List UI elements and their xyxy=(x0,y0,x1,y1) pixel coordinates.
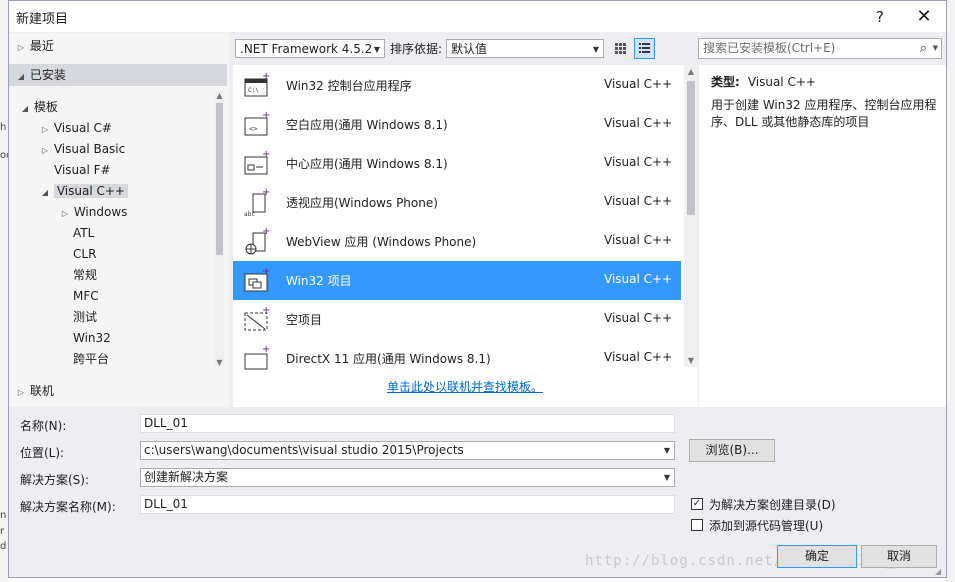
create-directory-label[interactable]: 为解决方案创建目录(D) xyxy=(709,496,836,513)
scroll-up-icon[interactable]: ▲ xyxy=(684,67,698,76)
blank-app-icon: <> ++ xyxy=(244,110,271,136)
directx-app-icon: ++ xyxy=(244,344,271,370)
create-directory-checkbox[interactable]: ✓ xyxy=(691,498,703,510)
search-icon[interactable]: ⌕ xyxy=(920,39,927,58)
new-project-dialog: 新建项目 ? ✕ ▷ 最近 ◢ 已安装 ◢ 模板 ▷ Visual C# ▷ V… xyxy=(8,0,947,578)
nav-item-atl[interactable]: ATL xyxy=(9,222,94,244)
sort-select[interactable]: 默认值 ▼ xyxy=(446,39,604,58)
template-description: 用于创建 Win32 应用程序、控制台应用程序、DLL 或其他静态库的项目 xyxy=(711,98,937,129)
expand-icon: ▷ xyxy=(17,388,25,397)
svg-text:<>: <> xyxy=(249,125,257,133)
nav-item-general[interactable]: 常规 xyxy=(9,264,97,286)
scroll-down-icon[interactable]: ▼ xyxy=(215,358,224,367)
svg-text:++: ++ xyxy=(262,188,271,198)
svg-text:++: ++ xyxy=(262,149,271,160)
chevron-down-icon[interactable]: ▼ xyxy=(933,39,938,58)
expand-icon: ▷ xyxy=(17,43,25,52)
nav-item-mfc[interactable]: MFC xyxy=(9,285,99,307)
template-row[interactable]: abc++ 透视应用(Windows Phone) Visual C++ xyxy=(233,183,681,222)
template-row[interactable]: ++ DirectX 11 应用(通用 Windows 8.1) Visual … xyxy=(233,339,681,378)
location-combobox[interactable]: c:\users\wang\documents\visual studio 20… xyxy=(140,441,675,460)
template-list-scroll-thumb[interactable] xyxy=(687,81,695,215)
solution-name-input[interactable]: DLL_01 xyxy=(140,495,675,514)
collapse-icon: ◢ xyxy=(17,72,25,81)
nav-item-online[interactable]: ▷ 联机 xyxy=(9,380,54,402)
template-row-selected[interactable]: ++ Win32 项目 Visual C++ xyxy=(233,261,681,300)
nav-item-windows[interactable]: ▷ Windows xyxy=(9,201,127,223)
nav-item-templates[interactable]: ◢ 模板 xyxy=(9,96,58,118)
empty-project-icon: ++ xyxy=(244,305,271,331)
nav-item-recent[interactable]: ▷ 最近 xyxy=(9,35,54,57)
solution-select[interactable]: 创建新解决方案 ▼ xyxy=(140,468,675,487)
description-pane: 类型: Visual C++ 用于创建 Win32 应用程序、控制台应用程序、DL… xyxy=(699,65,946,407)
background-window-right xyxy=(946,0,955,582)
background-window-left: h oc n r d xyxy=(0,0,12,582)
nav-item-win32[interactable]: Win32 xyxy=(9,327,111,349)
template-type: 类型: Visual C++ xyxy=(711,75,816,89)
cancel-button[interactable]: 取消 xyxy=(861,545,937,568)
svg-text:abc: abc xyxy=(244,211,255,216)
template-list-scrollbar[interactable]: ▲ ▼ xyxy=(684,65,698,367)
solution-name-label: 解决方案名称(M): xyxy=(20,500,116,514)
template-row[interactable]: ++ WebView 应用 (Windows Phone) Visual C++ xyxy=(233,222,681,261)
close-button[interactable]: ✕ xyxy=(911,6,937,28)
nav-item-test[interactable]: 测试 xyxy=(9,306,97,328)
webview-app-icon: ++ xyxy=(245,227,271,255)
template-row[interactable]: C:\++ Win32 控制台应用程序 Visual C++ xyxy=(233,66,681,105)
template-row[interactable]: ++ 中心应用(通用 Windows 8.1) Visual C++ xyxy=(233,144,681,183)
svg-text:++: ++ xyxy=(262,266,271,277)
template-tree-pane: ▷ 最近 ◢ 已安装 ◢ 模板 ▷ Visual C# ▷ Visual Bas… xyxy=(9,33,229,407)
chevron-down-icon: ▼ xyxy=(592,45,599,54)
browse-button[interactable]: 浏览(B)... xyxy=(689,439,775,462)
svg-text:C:\: C:\ xyxy=(248,87,259,94)
name-label: 名称(N): xyxy=(20,419,67,433)
search-input[interactable]: 搜索已安装模板(Ctrl+E) ⌕ ▼ xyxy=(698,38,942,59)
tree-scroll-thumb[interactable] xyxy=(216,103,223,255)
bg-glyph: r xyxy=(0,526,5,537)
location-label: 位置(L): xyxy=(20,446,65,460)
resize-grip-icon[interactable]: ◢ xyxy=(935,567,941,576)
solution-label: 解决方案(S): xyxy=(20,473,90,487)
hub-app-icon: ++ xyxy=(244,149,271,175)
tree-scrollbar[interactable]: ▲ ▼ xyxy=(215,91,224,367)
nav-item-csharp[interactable]: ▷ Visual C# xyxy=(9,117,112,139)
svg-text:++: ++ xyxy=(262,71,271,82)
online-templates-link[interactable]: 单击此处以联机并查找模板。 xyxy=(387,378,543,395)
source-control-label[interactable]: 添加到源代码管理(U) xyxy=(709,517,823,534)
pivot-app-icon: abc ++ xyxy=(244,188,271,216)
nav-item-installed[interactable]: ◢ 已安装 xyxy=(9,64,227,86)
scroll-down-icon[interactable]: ▼ xyxy=(684,356,698,365)
nav-item-cpp[interactable]: ◢ Visual C++ xyxy=(9,180,128,202)
dialog-title: 新建项目 xyxy=(16,12,69,27)
svg-text:++: ++ xyxy=(262,110,271,121)
svg-text:++: ++ xyxy=(262,305,271,316)
svg-text:++: ++ xyxy=(262,227,271,237)
title-bar: 新建项目 ? ✕ xyxy=(9,1,946,32)
grid-view-icon[interactable] xyxy=(611,39,630,58)
source-control-checkbox[interactable] xyxy=(691,519,703,531)
help-button[interactable]: ? xyxy=(869,6,891,28)
sort-label: 排序依据: xyxy=(390,42,443,56)
ok-button[interactable]: 确定 xyxy=(777,545,857,568)
bg-glyph: n xyxy=(0,510,7,521)
name-input[interactable]: DLL_01 xyxy=(140,414,675,433)
console-app-icon: C:\++ xyxy=(244,71,271,97)
bg-glyph: h xyxy=(0,122,7,133)
template-row[interactable]: <>++ 空白应用(通用 Windows 8.1) Visual C++ xyxy=(233,105,681,144)
framework-select[interactable]: .NET Framework 4.5.2 ▼ xyxy=(235,39,385,58)
chevron-down-icon: ▼ xyxy=(663,446,670,455)
nav-item-clr[interactable]: CLR xyxy=(9,243,96,265)
win32-project-icon: ++ xyxy=(244,266,271,292)
bg-glyph: d xyxy=(0,541,7,552)
nav-item-crossplatform[interactable]: 跨平台 xyxy=(9,348,109,370)
chevron-down-icon: ▼ xyxy=(373,45,380,54)
list-view-icon[interactable] xyxy=(634,38,655,59)
scroll-up-icon[interactable]: ▲ xyxy=(215,91,224,100)
svg-text:++: ++ xyxy=(262,344,271,355)
template-row[interactable]: ++ 空项目 Visual C++ xyxy=(233,300,681,339)
nav-item-fsharp[interactable]: Visual F# xyxy=(9,159,111,181)
template-list: C:\++ Win32 控制台应用程序 Visual C++ <>++ 空白应用… xyxy=(233,65,698,407)
chevron-down-icon: ▼ xyxy=(663,473,670,482)
nav-item-vb[interactable]: ▷ Visual Basic xyxy=(9,138,125,160)
